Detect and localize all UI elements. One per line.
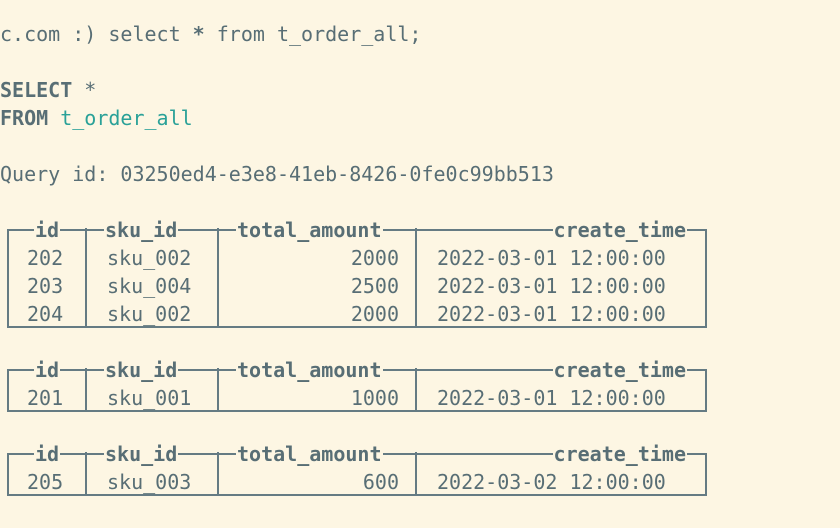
table-cell-sku-id: sku_003: [107, 470, 192, 494]
table-header: id sku_id total_amount create_time: [7, 218, 707, 242]
prompt-host: c.com :): [0, 22, 97, 46]
terminal-window[interactable]: c.com :) select * from t_order_all; SELE…: [0, 0, 840, 528]
table-cell-total-amount: 2500: [350, 274, 399, 298]
table-cell-id: 205: [27, 470, 64, 494]
table-cell-create-time: 2022-03-01 12:00:00: [437, 302, 666, 326]
formatted-from-line: FROM t_order_all: [0, 104, 193, 132]
table-cell-total-amount: 600: [362, 470, 399, 494]
column-header-id: id: [34, 218, 61, 242]
column-separator: [217, 368, 219, 410]
command-rest: from t_order_all;: [216, 22, 422, 46]
column-separator: [85, 452, 87, 494]
column-header-id: id: [34, 358, 61, 382]
table-cell-create-time: 2022-03-01 12:00:00: [437, 246, 666, 270]
table-header: id sku_id total_amount create_time: [7, 442, 707, 466]
table-cell-id: 201: [27, 386, 64, 410]
table-cell-sku-id: sku_002: [107, 302, 192, 326]
query-id-label: Query id:: [0, 162, 109, 186]
column-header-id: id: [34, 442, 61, 466]
select-star: *: [84, 78, 97, 102]
formatted-select-line: SELECT *: [0, 76, 96, 104]
table-name: t_order_all: [60, 106, 193, 130]
table-cell-sku-id: sku_001: [107, 386, 192, 410]
column-separator: [415, 228, 417, 326]
result-table: id sku_id total_amount create_time 202 sku_00…: [7, 218, 707, 328]
table-cell-id: 204: [27, 302, 64, 326]
column-header-create-time: create_time: [552, 218, 687, 242]
table-cell-create-time: 2022-03-01 12:00:00: [437, 386, 666, 410]
column-header-create-time: create_time: [552, 442, 687, 466]
table-header: id sku_id total_amount create_time: [7, 358, 707, 382]
column-header-total-amount: total_amount: [236, 218, 383, 242]
table-cell-sku-id: sku_004: [107, 274, 192, 298]
table-cell-total-amount: 1000: [350, 386, 399, 410]
command-star: *: [192, 22, 205, 46]
table-cell-total-amount: 2000: [350, 302, 399, 326]
column-header-total-amount: total_amount: [236, 442, 383, 466]
column-separator: [415, 368, 417, 410]
column-header-create-time: create_time: [552, 358, 687, 382]
column-header-sku-id: sku_id: [104, 218, 179, 242]
prompt-line: c.com :) select * from t_order_all;: [0, 20, 421, 48]
column-header-sku-id: sku_id: [104, 358, 179, 382]
table-cell-id: 202: [27, 246, 64, 270]
result-table: id sku_id total_amount create_time 201 sku_00…: [7, 358, 707, 412]
column-separator: [217, 452, 219, 494]
column-separator: [85, 228, 87, 326]
query-id-value: 03250ed4-e3e8-41eb-8426-0fe0c99bb513: [120, 162, 554, 186]
table-cell-sku-id: sku_002: [107, 246, 192, 270]
table-cell-total-amount: 2000: [350, 246, 399, 270]
table-cell-create-time: 2022-03-02 12:00:00: [437, 470, 666, 494]
column-header-total-amount: total_amount: [236, 358, 383, 382]
query-id-line: Query id: 03250ed4-e3e8-41eb-8426-0fe0c9…: [0, 160, 554, 188]
command-select: select: [108, 22, 181, 46]
table-cell-create-time: 2022-03-01 12:00:00: [437, 274, 666, 298]
from-keyword: FROM: [0, 106, 49, 130]
column-separator: [217, 228, 219, 326]
select-keyword: SELECT: [0, 78, 73, 102]
column-header-sku-id: sku_id: [104, 442, 179, 466]
result-table: id sku_id total_amount create_time 205 sku_00…: [7, 442, 707, 496]
column-separator: [415, 452, 417, 494]
column-separator: [85, 368, 87, 410]
table-cell-id: 203: [27, 274, 64, 298]
